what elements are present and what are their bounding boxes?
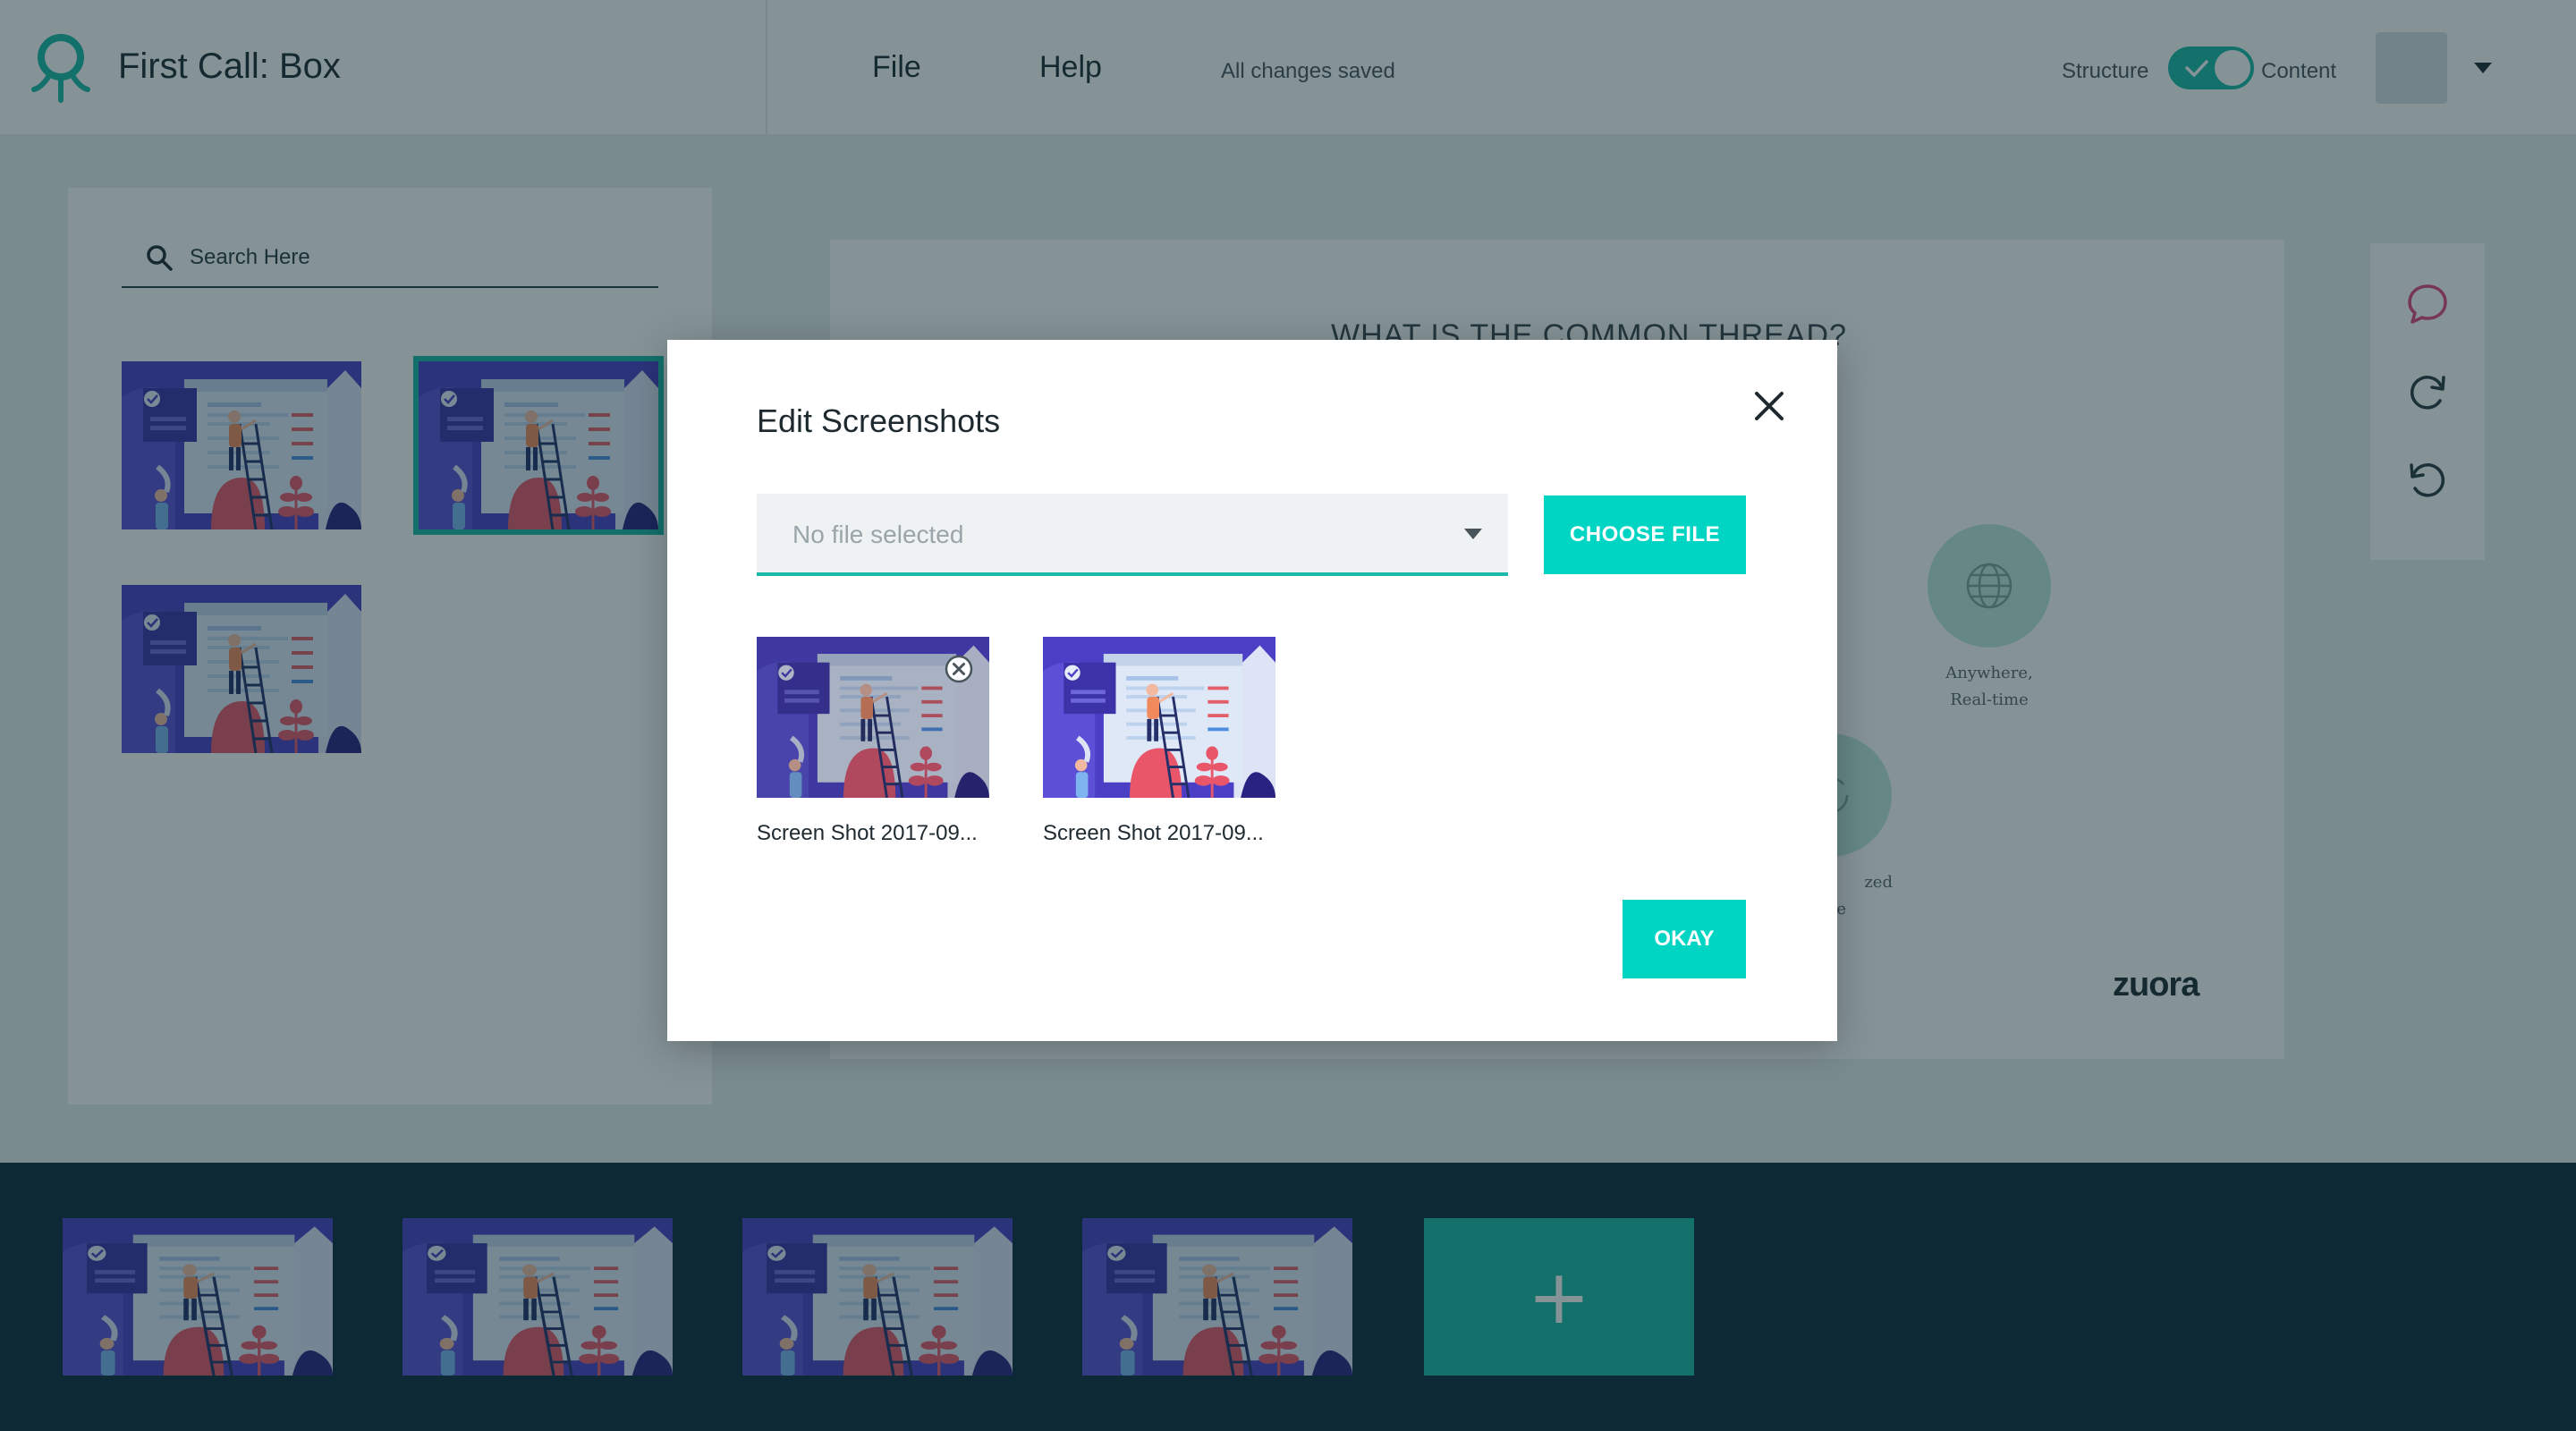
remove-icon[interactable] [945,655,973,683]
close-icon[interactable] [1751,388,1787,424]
file-select-value: No file selected [792,521,964,548]
okay-button[interactable]: OKAY [1623,900,1746,978]
screenshot-preview [1043,637,1275,798]
screenshot-caption: Screen Shot 2017-09... [757,821,978,845]
screenshot-preview [757,637,989,798]
caret-down-icon [1464,529,1482,539]
edit-screenshots-dialog: Edit Screenshots No file selected CHOOSE… [667,340,1837,1041]
choose-file-button[interactable]: CHOOSE FILE [1544,495,1746,574]
screenshot-item[interactable]: Screen Shot 2017-09... [757,637,989,846]
dialog-title: Edit Screenshots [757,402,1001,439]
file-select-dropdown[interactable]: No file selected [757,494,1508,576]
screenshot-item[interactable]: Screen Shot 2017-09... [1043,637,1275,846]
screenshot-caption: Screen Shot 2017-09... [1043,821,1264,845]
illustration-image [1043,637,1275,798]
